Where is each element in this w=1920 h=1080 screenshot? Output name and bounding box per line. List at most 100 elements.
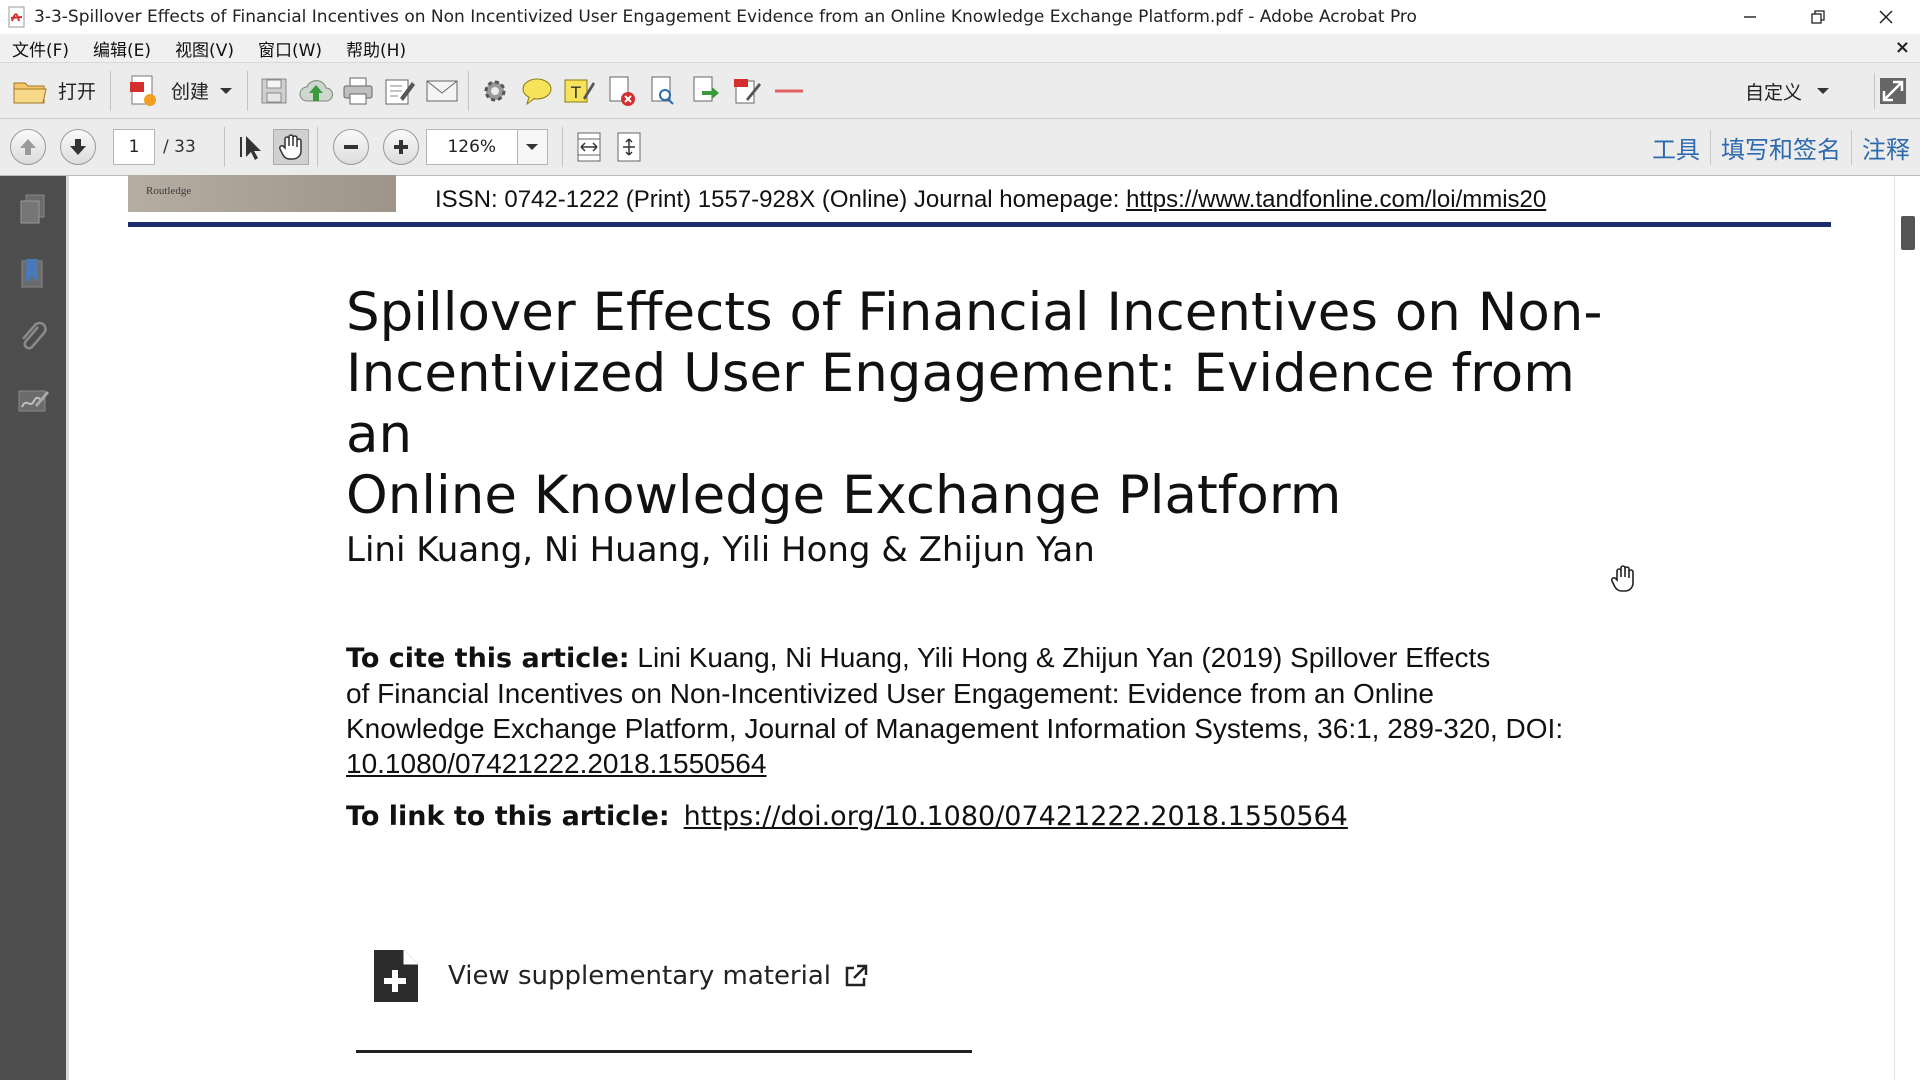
close-icon	[1879, 10, 1893, 24]
page-thumbnails-icon[interactable]	[16, 192, 50, 226]
toolbar-separator	[316, 127, 318, 167]
search-document-icon[interactable]	[645, 73, 681, 109]
gear-icon[interactable]	[477, 73, 513, 109]
journal-homepage-link[interactable]: https://www.tandfonline.com/loi/mmis20	[1126, 186, 1546, 213]
fit-page-icon[interactable]	[611, 129, 647, 165]
expand-button[interactable]	[1874, 73, 1910, 109]
export-icon[interactable]	[687, 73, 723, 109]
page-number-input[interactable]: 1	[113, 129, 155, 165]
external-link-icon	[845, 964, 868, 987]
expand-icon	[1879, 78, 1906, 104]
main-toolbar: 打开 创建 T 自定义	[0, 63, 1920, 119]
cite-text: Lini Kuang, Ni Huang, Yili Hong & Zhijun…	[629, 642, 1491, 673]
minimize-icon	[1744, 16, 1756, 18]
hand-cursor-icon	[1610, 564, 1638, 594]
zoom-level-input[interactable]: 126%	[425, 129, 518, 165]
create-label: 创建	[171, 81, 210, 103]
menu-edit[interactable]: 编辑(E)	[81, 36, 163, 61]
menu-help[interactable]: 帮助(H)	[334, 36, 418, 61]
restore-icon	[1811, 10, 1825, 24]
document-close-button[interactable]: ×	[1895, 37, 1910, 58]
left-navigation-panel	[0, 176, 66, 1080]
signatures-icon[interactable]	[16, 384, 50, 418]
cite-text: Knowledge Exchange Platform, Journal of …	[346, 713, 1564, 744]
page-edge	[66, 176, 69, 1080]
next-page-button[interactable]	[60, 129, 96, 165]
hand-tool-icon[interactable]	[272, 129, 309, 165]
title-bar: 3-3-Spillover Effects of Financial Incen…	[0, 0, 1920, 34]
toolbar-separator	[223, 127, 225, 167]
menu-bar: 文件(F) 编辑(E) 视图(V) 窗口(W) 帮助(H) ×	[0, 34, 1920, 63]
save-icon[interactable]	[256, 73, 292, 109]
folder-icon	[12, 73, 48, 109]
minimize-button[interactable]	[1716, 0, 1784, 34]
paper-title: Spillover Effects of Financial Incentive…	[346, 282, 1646, 526]
doi-link[interactable]: 10.1080/07421222.2018.1550564	[346, 746, 1666, 781]
vertical-scrollbar[interactable]	[1894, 176, 1920, 1080]
cite-text: of Financial Incentives on Non-Incentivi…	[346, 678, 1434, 709]
open-button[interactable]: 打开	[6, 71, 102, 111]
close-button[interactable]	[1852, 0, 1920, 34]
header-rule	[128, 222, 1831, 227]
arrow-up-icon	[20, 139, 36, 155]
select-tool-icon[interactable]	[233, 129, 269, 165]
comment-icon[interactable]	[519, 73, 555, 109]
previous-page-button[interactable]	[10, 129, 46, 165]
highlight-icon[interactable]: T	[561, 73, 597, 109]
restore-button[interactable]	[1784, 0, 1852, 34]
issn-text: ISSN: 0742-1222 (Print) 1557-928X (Onlin…	[435, 186, 1127, 213]
add-file-icon	[372, 948, 420, 1004]
issn-line: ISSN: 0742-1222 (Print) 1557-928X (Onlin…	[435, 186, 1546, 214]
create-button[interactable]: 创建	[119, 71, 239, 111]
supplementary-material-link[interactable]: View supplementary material	[372, 948, 869, 1004]
article-link-line: To link to this article: https://doi.org/…	[346, 800, 1348, 832]
acrobat-icon	[6, 6, 28, 28]
comment-pane-link[interactable]: 注释	[1851, 130, 1920, 165]
zoom-dropdown-button[interactable]	[517, 129, 548, 165]
edit-document-icon[interactable]	[382, 73, 418, 109]
upload-cloud-icon[interactable]	[298, 73, 334, 109]
menu-view[interactable]: 视图(V)	[163, 36, 246, 61]
title-line: Spillover Effects of Financial Incentive…	[346, 282, 1603, 343]
chevron-down-icon	[526, 144, 539, 150]
section-rule	[356, 1050, 972, 1053]
title-line: Incentivized User Engagement: Evidence f…	[346, 343, 1575, 465]
zoom-out-button[interactable]	[332, 129, 369, 165]
fit-width-icon[interactable]	[571, 129, 607, 165]
customize-dropdown[interactable]: 自定义	[1745, 71, 1830, 111]
tools-pane-link[interactable]: 工具	[1642, 130, 1710, 165]
arrow-down-icon	[70, 139, 86, 155]
menu-file[interactable]: 文件(F)	[0, 36, 81, 61]
link-label: To link to this article:	[346, 801, 670, 832]
page-total: / 33	[163, 137, 196, 157]
publisher-logo-text: Routledge	[146, 185, 192, 197]
create-pdf-icon	[125, 73, 161, 109]
cite-label: To cite this article:	[346, 643, 630, 674]
toolbar-separator	[110, 70, 112, 111]
toolbar-separator	[247, 70, 249, 111]
delete-page-icon[interactable]	[603, 73, 639, 109]
chevron-down-icon	[1817, 88, 1829, 94]
window-title: 3-3-Spillover Effects of Financial Incen…	[34, 7, 1417, 27]
article-doi-url[interactable]: https://doi.org/10.1080/07421222.2018.15…	[684, 801, 1348, 832]
open-label: 打开	[58, 81, 97, 103]
chevron-down-icon	[220, 87, 233, 94]
sign-form-icon[interactable]	[729, 73, 765, 109]
zoom-in-button[interactable]	[382, 129, 419, 165]
svg-text:T: T	[570, 83, 581, 102]
navigation-toolbar: 1 / 33 126% 工具 填写和签名 注释	[0, 119, 1920, 176]
email-icon[interactable]	[424, 73, 460, 109]
minus-icon	[343, 145, 358, 149]
menu-window[interactable]: 窗口(W)	[246, 36, 334, 61]
attachments-icon[interactable]	[16, 320, 50, 354]
journal-header-image: Routledge	[128, 175, 396, 212]
print-icon[interactable]	[340, 73, 376, 109]
scrollbar-thumb[interactable]	[1901, 216, 1915, 250]
strikethrough-icon[interactable]	[771, 73, 807, 109]
bookmarks-icon[interactable]	[16, 256, 50, 290]
toolbar-separator	[468, 70, 470, 111]
toolbar-separator	[561, 127, 563, 167]
fill-sign-pane-link[interactable]: 填写和签名	[1710, 130, 1851, 165]
title-line: Online Knowledge Exchange Platform	[346, 465, 1342, 526]
supplementary-label: View supplementary material	[448, 961, 832, 991]
